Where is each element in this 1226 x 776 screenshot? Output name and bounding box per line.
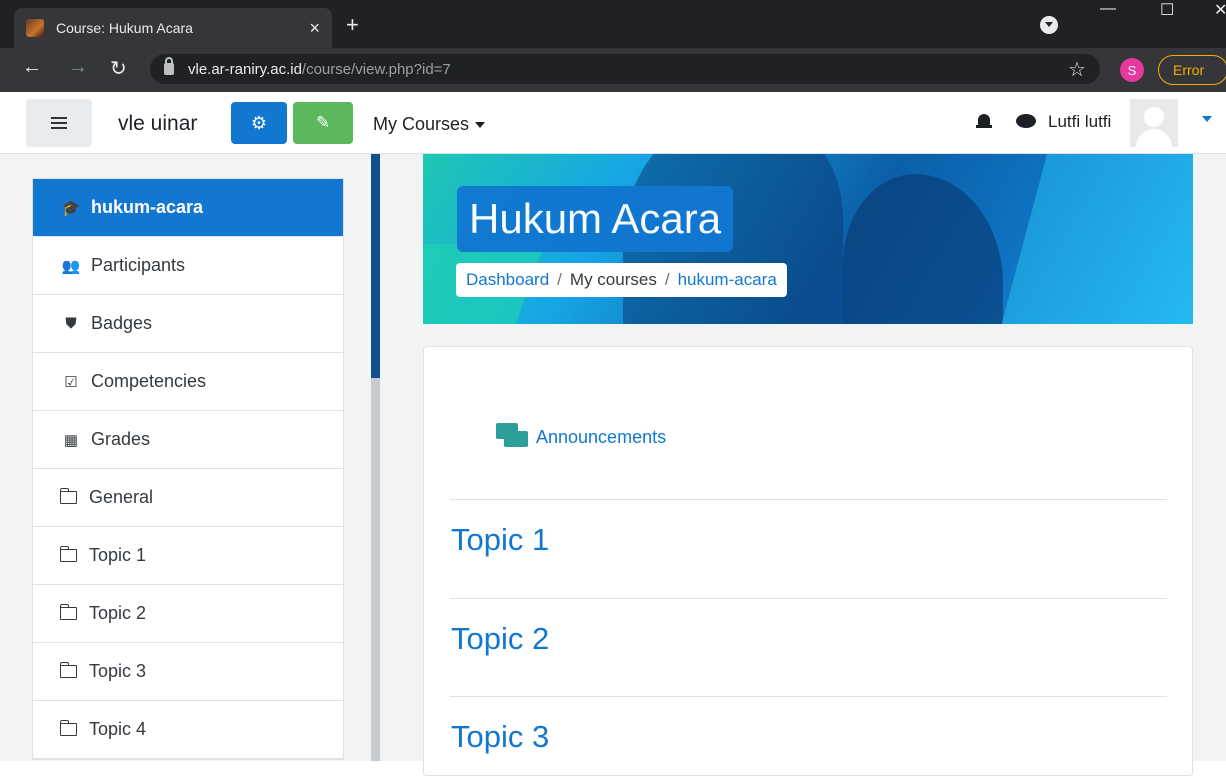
user-avatar[interactable] — [1130, 99, 1178, 147]
back-icon[interactable]: ← — [22, 56, 42, 79]
site-favicon-icon — [26, 19, 44, 37]
course-nav-list: 🎓 hukum-acara 👥 Participants ⛊ Badges ☑ … — [32, 178, 344, 760]
users-icon: 👥 — [61, 257, 81, 275]
page-body: 🎓 hukum-acara 👥 Participants ⛊ Badges ☑ … — [0, 154, 1226, 776]
bell-icon[interactable] — [976, 114, 992, 130]
sidebar-item-label: Topic 2 — [89, 603, 147, 623]
check-square-icon: ☑ — [64, 373, 78, 391]
divider — [450, 598, 1167, 599]
sidebar-item-competencies[interactable]: ☑ Competencies — [33, 353, 343, 411]
breadcrumb-course[interactable]: hukum-acara — [678, 270, 777, 290]
forward-icon[interactable]: → — [68, 56, 88, 79]
url-input[interactable]: vle.ar-raniry.ac.id/course/view.php?id=7 — [150, 54, 1100, 84]
breadcrumb-my-courses[interactable]: My courses — [570, 270, 657, 290]
sidebar-item-label: Topic 1 — [89, 545, 147, 565]
minimize-icon[interactable]: — — [1100, 0, 1116, 18]
tab-close-icon[interactable]: × — [309, 18, 320, 39]
announcements-link[interactable]: Announcements — [496, 423, 666, 451]
sidebar-item-label: Participants — [91, 255, 186, 275]
topic-1-heading[interactable]: Topic 1 — [451, 522, 549, 558]
announcements-label: Announcements — [536, 426, 667, 447]
my-courses-menu[interactable]: My Courses — [373, 114, 486, 135]
folder-icon — [59, 488, 77, 504]
url-host: vle.ar-raniry.ac.id — [188, 60, 302, 78]
reload-icon[interactable]: ↻ — [110, 56, 127, 81]
table-icon: ▦ — [63, 431, 79, 449]
sidebar-item-topic-2[interactable]: Topic 2 — [33, 585, 343, 643]
folder-icon — [59, 546, 77, 562]
site-name[interactable]: vle uinar — [118, 112, 197, 136]
error-button[interactable]: Error — [1158, 55, 1226, 85]
address-bar: ← → ↻ vle.ar-raniry.ac.id/course/view.ph… — [0, 48, 1226, 92]
course-settings-button[interactable]: ⚙ — [231, 102, 287, 144]
breadcrumb-separator: / — [557, 270, 562, 289]
browser-tab[interactable]: Course: Hukum Acara × — [14, 8, 332, 48]
edit-icon: ✎ — [315, 113, 331, 132]
new-tab-icon[interactable]: + — [346, 12, 359, 38]
maximize-icon[interactable]: ☐ — [1160, 0, 1174, 20]
sidebar-item-label: Topic 4 — [89, 719, 147, 739]
course-content: Announcements Topic 1 Topic 2 Topic 3 — [423, 346, 1193, 776]
site-navbar: vle uinar ⚙ ✎ My Courses Lutfi lutfi — [0, 92, 1226, 154]
sidebar-item-label: hukum-acara — [91, 197, 204, 217]
divider — [450, 499, 1167, 500]
page-title: Hukum Acara — [457, 186, 734, 252]
gears-icon: ⚙ — [250, 112, 268, 133]
sidebar-item-course[interactable]: 🎓 hukum-acara — [33, 179, 343, 237]
graduation-cap-icon: 🎓 — [61, 199, 81, 217]
user-name[interactable]: Lutfi lutfi — [1048, 112, 1111, 132]
sidebar-item-badges[interactable]: ⛊ Badges — [33, 295, 343, 353]
browser-tab-bar: Course: Hukum Acara × + — ☐ ✕ — [0, 0, 1226, 48]
url-path: /course/view.php?id=7 — [301, 60, 451, 78]
topic-3-heading[interactable]: Topic 3 — [451, 719, 549, 755]
sidebar-item-topic-1[interactable]: Topic 1 — [33, 527, 343, 585]
caret-down-icon — [475, 122, 486, 129]
my-courses-label: My Courses — [373, 114, 470, 134]
sidebar-item-topic-4[interactable]: Topic 4 — [33, 701, 343, 759]
sidebar-item-label: Topic 3 — [89, 661, 147, 681]
lock-icon — [164, 57, 174, 75]
tab-search-icon[interactable] — [1040, 16, 1058, 34]
sidebar-item-label: General — [89, 487, 154, 507]
sidebar-item-label: Badges — [91, 313, 153, 333]
bookmark-star-icon[interactable]: ☆ — [1068, 57, 1086, 82]
folder-icon — [59, 720, 77, 736]
divider — [450, 696, 1167, 697]
user-menu-caret-icon[interactable] — [1202, 116, 1212, 122]
hamburger-icon — [51, 122, 67, 124]
drawer-toggle-button[interactable] — [26, 99, 92, 147]
nav-drawer: 🎓 hukum-acara 👥 Participants ⛊ Badges ☑ … — [0, 154, 370, 761]
sidebar-item-topic-3[interactable]: Topic 3 — [33, 643, 343, 701]
close-window-icon[interactable]: ✕ — [1214, 0, 1226, 20]
sidebar-item-label: Grades — [91, 429, 151, 449]
breadcrumb-dashboard[interactable]: Dashboard — [466, 270, 549, 290]
message-icon[interactable] — [1016, 114, 1036, 128]
edit-mode-button[interactable]: ✎ — [293, 102, 353, 144]
drawer-scrollbar-thumb[interactable] — [371, 154, 380, 378]
shield-icon: ⛊ — [65, 315, 77, 332]
tab-title: Course: Hukum Acara — [56, 20, 193, 36]
topic-2-heading[interactable]: Topic 2 — [451, 621, 549, 657]
folder-icon — [59, 662, 77, 678]
sidebar-item-general[interactable]: General — [33, 469, 343, 527]
breadcrumb-separator: / — [664, 270, 670, 289]
sidebar-item-label: Competencies — [91, 371, 207, 391]
sidebar-item-grades[interactable]: ▦ Grades — [33, 411, 343, 469]
breadcrumb: Dashboard / My courses / hukum-acara — [456, 263, 787, 297]
profile-avatar[interactable]: S — [1120, 58, 1144, 82]
sidebar-item-participants[interactable]: 👥 Participants — [33, 237, 343, 295]
forum-icon — [496, 423, 528, 451]
folder-icon — [59, 604, 77, 620]
